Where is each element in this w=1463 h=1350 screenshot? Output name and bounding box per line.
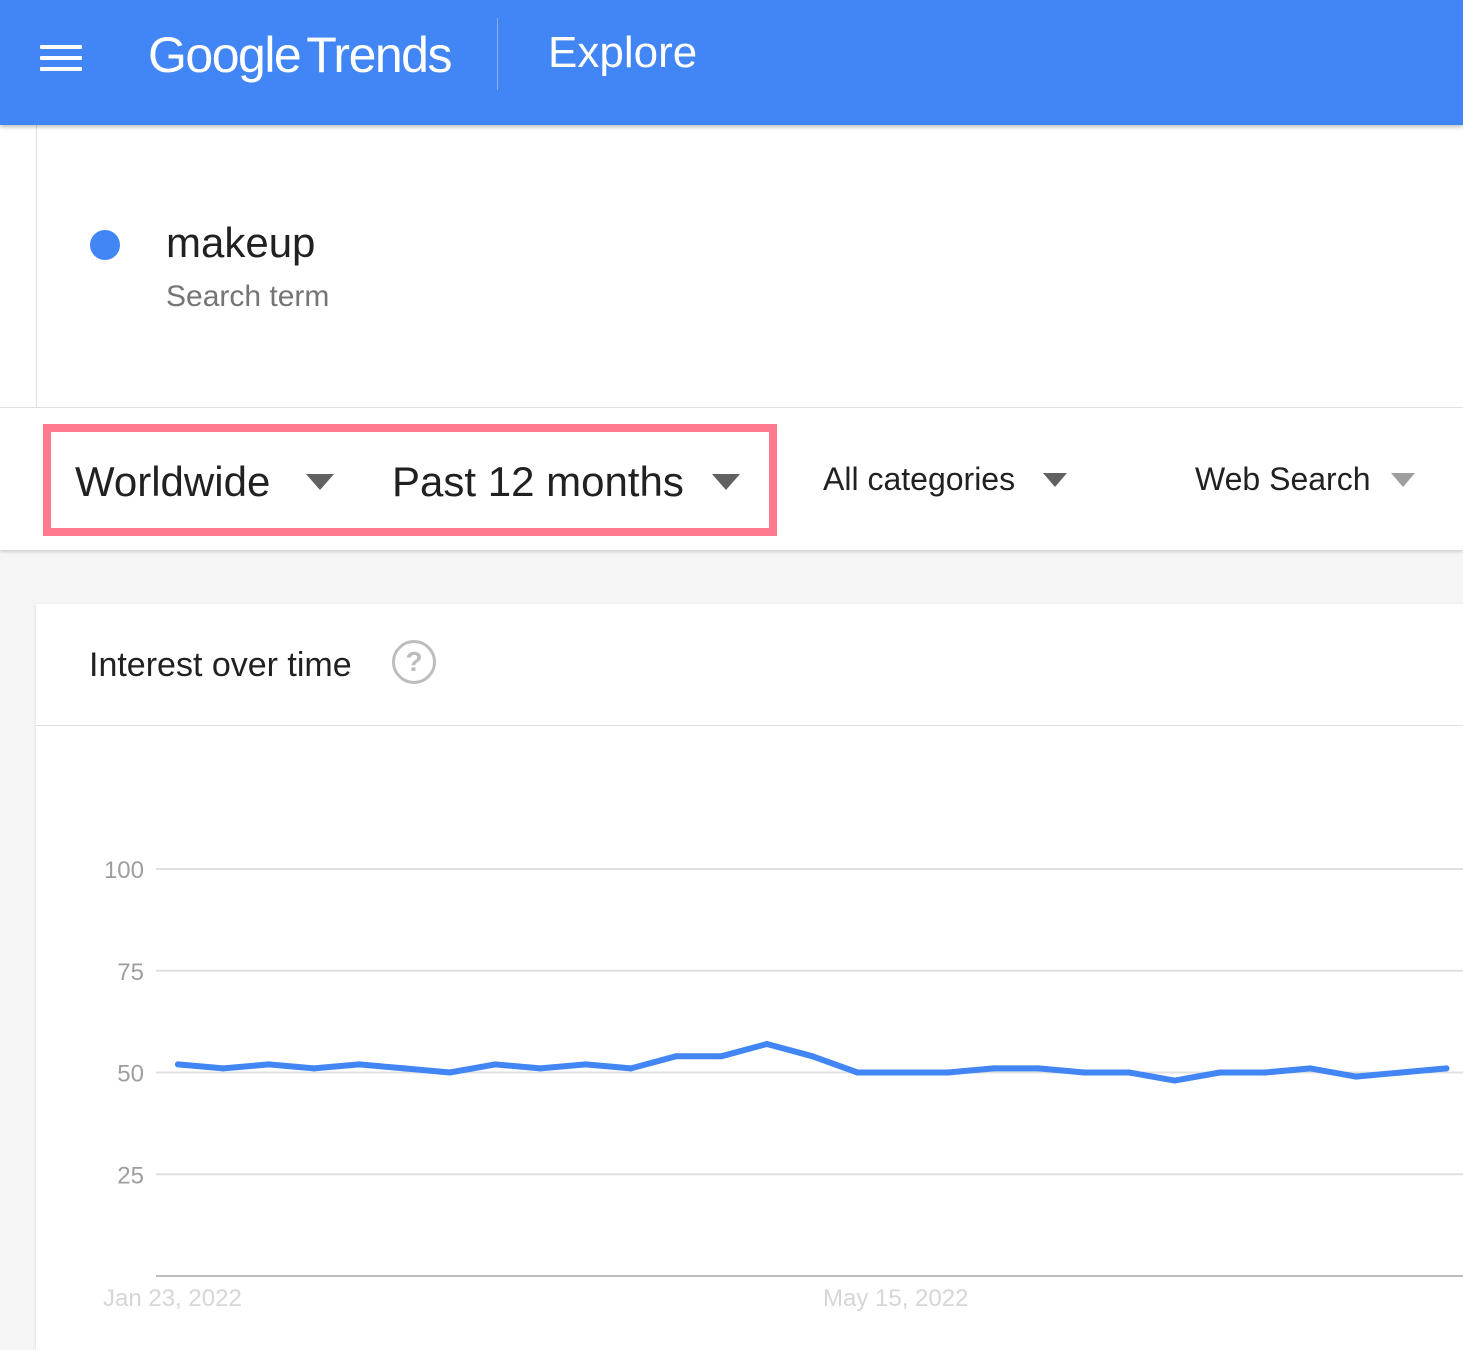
data-point [763, 1041, 770, 1047]
search-term-type: Search term [166, 280, 330, 313]
data-point [1216, 1069, 1223, 1076]
data-point [990, 1065, 997, 1072]
data-point [356, 1061, 363, 1068]
x-tick-label: Jan 23, 2022 [103, 1285, 242, 1312]
search-term-name[interactable]: makeup [166, 219, 315, 267]
logo-trends-text: Trends [306, 27, 452, 83]
data-point [582, 1061, 589, 1068]
filter-bar: Worldwide Past 12 months All categories … [0, 407, 1463, 550]
interest-chart: 25 50 75 100 Jan 23, 2022 May 15, 2022 [103, 857, 1463, 1312]
data-point [265, 1061, 272, 1068]
y-tick-label: 75 [117, 959, 144, 986]
data-point [1352, 1073, 1359, 1080]
chevron-down-icon [1043, 472, 1068, 487]
panel-divider [36, 125, 37, 407]
google-trends-logo[interactable]: Google Trends [148, 26, 452, 84]
data-point [1398, 1069, 1405, 1076]
data-point [446, 1069, 453, 1076]
time-range-dropdown[interactable]: Past 12 months [392, 458, 740, 506]
data-point [673, 1053, 680, 1060]
x-tick-label: May 15, 2022 [823, 1285, 968, 1312]
header-divider [497, 18, 498, 90]
term-color-dot [90, 230, 120, 260]
chevron-down-icon [306, 474, 335, 490]
y-tick-label: 100 [104, 857, 144, 884]
category-label: All categories [823, 461, 1016, 497]
series-line [175, 1041, 1450, 1084]
data-point [809, 1053, 816, 1060]
page-title: Explore [548, 28, 698, 77]
data-point [175, 1061, 181, 1068]
data-point [220, 1065, 227, 1072]
data-point [1035, 1065, 1042, 1072]
data-point [628, 1065, 634, 1072]
region-label: Worldwide [75, 458, 271, 505]
data-point [1307, 1065, 1314, 1072]
data-point [718, 1053, 725, 1060]
data-point [310, 1065, 317, 1072]
search-property-dropdown[interactable]: Web Search [1195, 461, 1415, 498]
interest-over-time-card: Interest over time ? 25 50 75 100 Jan 23, 20… [36, 604, 1463, 1350]
logo-google-text: Google [148, 27, 302, 83]
data-point [492, 1061, 499, 1068]
y-tick-label: 25 [117, 1162, 144, 1189]
top-app-bar: Google Trends Explore [0, 0, 1463, 125]
category-dropdown[interactable]: All categories [823, 461, 1068, 498]
data-point [401, 1065, 408, 1072]
data-point [1081, 1069, 1087, 1076]
chevron-down-icon [711, 474, 740, 490]
menu-icon[interactable] [40, 45, 82, 71]
chevron-down-icon [1390, 472, 1415, 487]
data-point [854, 1069, 861, 1076]
data-point [1262, 1069, 1269, 1076]
search-term-panel: makeup Search term [0, 125, 1463, 407]
region-dropdown[interactable]: Worldwide [75, 458, 335, 506]
data-point [1171, 1077, 1178, 1084]
data-point [1126, 1069, 1133, 1076]
y-tick-label: 50 [117, 1061, 144, 1088]
data-point [537, 1065, 544, 1072]
data-point [945, 1069, 952, 1076]
data-point [899, 1069, 906, 1076]
time-range-label: Past 12 months [392, 458, 684, 505]
search-property-label: Web Search [1195, 461, 1371, 497]
data-point [1443, 1065, 1450, 1072]
